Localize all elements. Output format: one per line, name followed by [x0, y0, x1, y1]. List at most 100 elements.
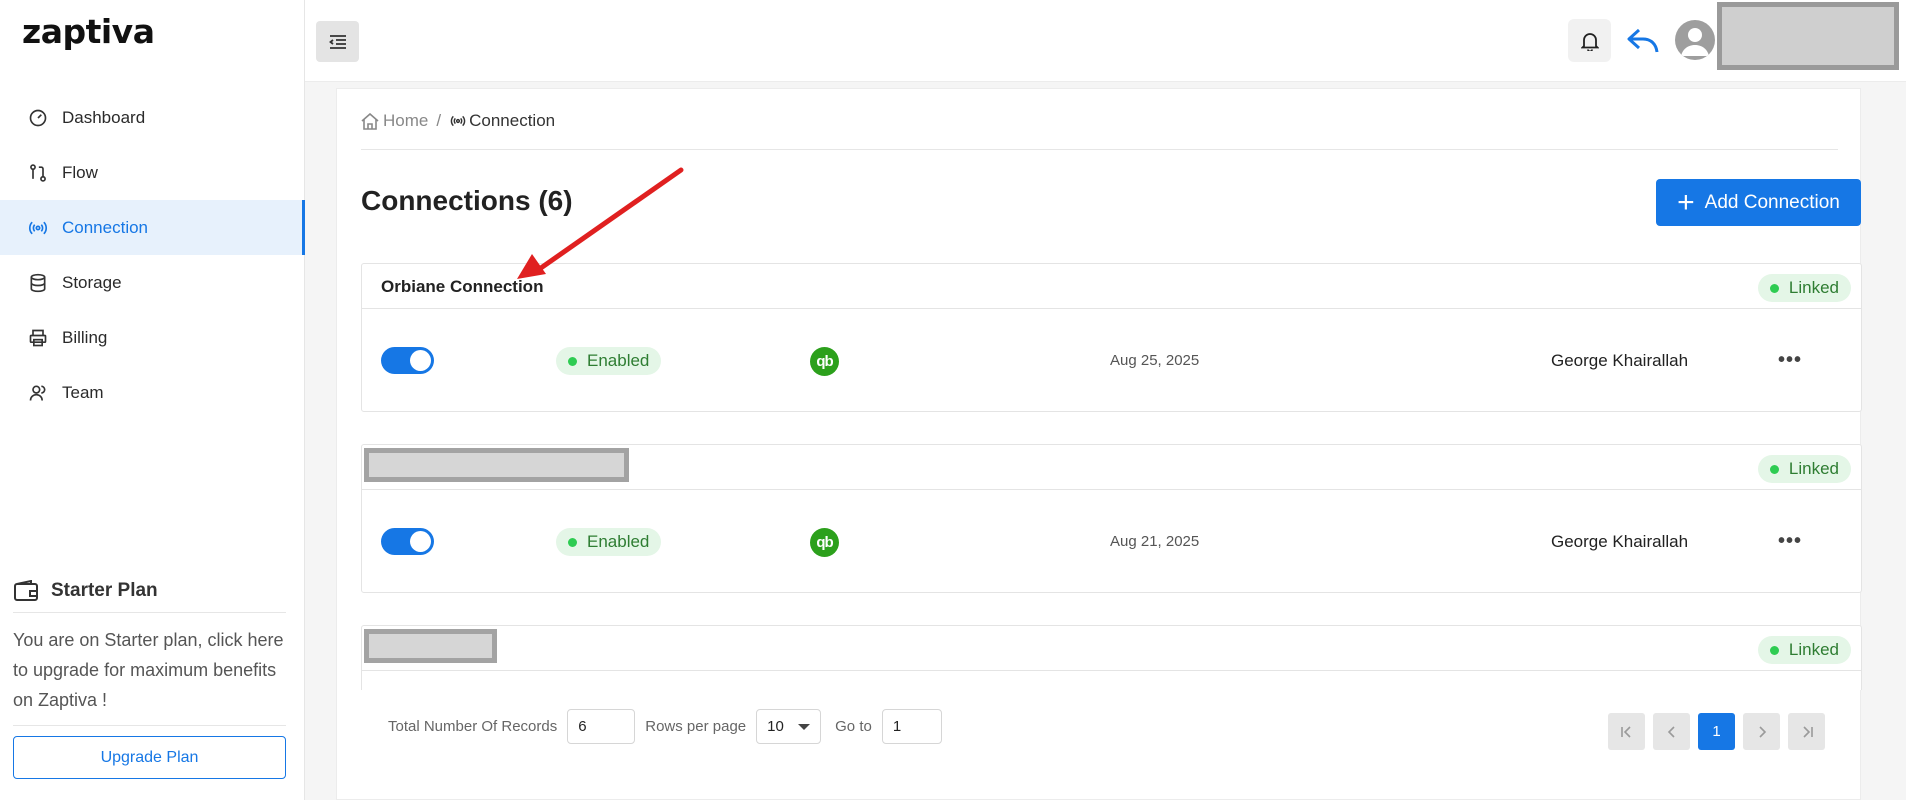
status-badge: Enabled	[556, 528, 662, 556]
connection-list[interactable]: Orbiane Connection Linked Enabled qb Aug…	[361, 263, 1862, 690]
add-connection-label: Add Connection	[1704, 191, 1840, 213]
sidebar: zaptiva Dashboard Flow Connection Storag…	[0, 0, 305, 800]
back-button[interactable]	[1623, 21, 1663, 61]
sidebar-item-label: Billing	[62, 327, 108, 347]
status-dot	[1769, 645, 1779, 655]
chevron-right-icon	[1758, 725, 1766, 738]
connection-toggle[interactable]	[381, 528, 434, 555]
page-button-current[interactable]: 1	[1698, 713, 1735, 750]
quickbooks-icon: qb	[810, 528, 839, 557]
connection-owner: George Khairallah	[1551, 351, 1689, 370]
rows-per-page-select[interactable]: 10	[756, 709, 822, 744]
last-page-button[interactable]	[1788, 713, 1825, 750]
more-options-button[interactable]: •••	[1775, 526, 1805, 556]
rows-per-page-label: Rows per page	[645, 718, 747, 735]
previous-page-button[interactable]	[1653, 713, 1690, 750]
connection-card-body: Enabled qb Aug 25, 2025 George Khairalla…	[362, 309, 1861, 411]
sidebar-item-billing[interactable]: Billing	[0, 310, 305, 365]
divider	[361, 149, 1838, 150]
plan-description[interactable]: You are on Starter plan, click here to u…	[13, 613, 286, 726]
plan-box: Starter Plan You are on Starter plan, cl…	[13, 580, 286, 779]
status-badge-label: Enabled	[587, 532, 650, 551]
connection-date: Aug 21, 2025	[1110, 533, 1200, 550]
pagination-info: Total Number Of Records Rows per page 10…	[388, 709, 942, 744]
sidebar-item-label: Flow	[62, 162, 98, 182]
flow-icon	[28, 163, 48, 183]
more-options-button[interactable]: •••	[1775, 345, 1805, 375]
team-icon	[28, 383, 48, 403]
upgrade-plan-button[interactable]: Upgrade Plan	[13, 736, 286, 779]
add-connection-button[interactable]: + Add Connection	[1656, 179, 1861, 226]
sidebar-item-connection[interactable]: Connection	[0, 200, 305, 255]
plan-title: Starter Plan	[13, 580, 286, 613]
redacted-connection-name	[364, 629, 497, 663]
sidebar-item-label: Dashboard	[62, 107, 146, 127]
sidebar-item-flow[interactable]: Flow	[0, 145, 305, 200]
goto-page-field[interactable]	[881, 709, 942, 744]
first-page-icon	[1620, 725, 1631, 738]
connection-date: Aug 25, 2025	[1110, 352, 1200, 369]
next-page-button[interactable]	[1743, 713, 1780, 750]
database-icon	[28, 273, 48, 293]
caret-down-icon	[798, 723, 811, 730]
collapse-sidebar-button[interactable]	[316, 21, 359, 62]
wallet-icon	[13, 580, 39, 602]
status-dot	[568, 537, 577, 547]
sidebar-item-storage[interactable]: Storage	[0, 255, 305, 310]
linked-badge: Linked	[1757, 455, 1851, 483]
breadcrumb-home[interactable]: Home	[361, 111, 428, 131]
plan-title-text: Starter Plan	[51, 580, 158, 601]
connection-card-header: Linked	[362, 626, 1861, 671]
linked-badge-label: Linked	[1788, 278, 1839, 297]
printer-icon	[28, 328, 48, 348]
pagination-controls: 1	[1608, 713, 1833, 750]
breadcrumb-separator: /	[436, 111, 442, 130]
quickbooks-icon: qb	[810, 347, 839, 376]
connection-card-body: Enabled qb Aug 21, 2025 George Khairalla…	[362, 490, 1861, 592]
sidebar-nav: Dashboard Flow Connection Storage Billin…	[0, 90, 305, 420]
sidebar-item-label: Team	[62, 382, 104, 402]
connection-owner: George Khairallah	[1551, 532, 1689, 551]
sidebar-item-team[interactable]: Team	[0, 365, 305, 420]
rows-per-page-value: 10	[767, 718, 784, 735]
status-dot	[568, 356, 577, 366]
status-dot	[1769, 464, 1779, 474]
breadcrumb-home-label: Home	[383, 111, 429, 130]
total-records-field[interactable]	[567, 709, 636, 744]
menu-collapse-icon	[328, 34, 346, 49]
linked-badge-label: Linked	[1788, 640, 1839, 659]
top-bar	[305, 0, 1906, 82]
connection-card: Linked Enabled qb Aug 21, 2025 George Kh…	[361, 444, 1862, 593]
connection-card-header: Linked	[362, 445, 1861, 490]
gauge-icon	[28, 108, 48, 128]
broadcast-icon	[450, 115, 466, 127]
last-page-icon	[1802, 725, 1813, 738]
broadcast-icon	[28, 218, 48, 238]
user-icon	[1681, 28, 1709, 56]
notifications-button[interactable]	[1568, 19, 1611, 62]
home-icon	[361, 112, 379, 130]
annotation-arrow	[517, 167, 684, 279]
linked-badge-label: Linked	[1788, 459, 1839, 478]
linked-badge: Linked	[1757, 636, 1851, 664]
redacted-connection-name	[364, 448, 629, 482]
total-records-label: Total Number Of Records	[388, 718, 558, 735]
redacted-user-info	[1717, 2, 1899, 70]
plus-icon: +	[1677, 185, 1695, 219]
zaptiva-logo[interactable]: zaptiva	[22, 12, 155, 51]
breadcrumb-current-label: Connection	[469, 111, 556, 130]
chevron-left-icon	[1667, 725, 1675, 738]
sidebar-item-dashboard[interactable]: Dashboard	[0, 90, 305, 145]
first-page-button[interactable]	[1608, 713, 1645, 750]
sidebar-item-label: Connection	[62, 217, 149, 237]
avatar[interactable]	[1675, 20, 1715, 60]
status-dot	[1769, 283, 1779, 293]
goto-label: Go to	[835, 718, 872, 735]
connection-card-body	[362, 671, 1861, 690]
sidebar-item-label: Storage	[62, 272, 122, 292]
linked-badge: Linked	[1757, 274, 1851, 302]
status-badge-label: Enabled	[587, 351, 650, 370]
connection-card: Linked	[361, 625, 1862, 690]
connection-toggle[interactable]	[381, 347, 434, 374]
reply-arrow-icon	[1627, 28, 1659, 53]
